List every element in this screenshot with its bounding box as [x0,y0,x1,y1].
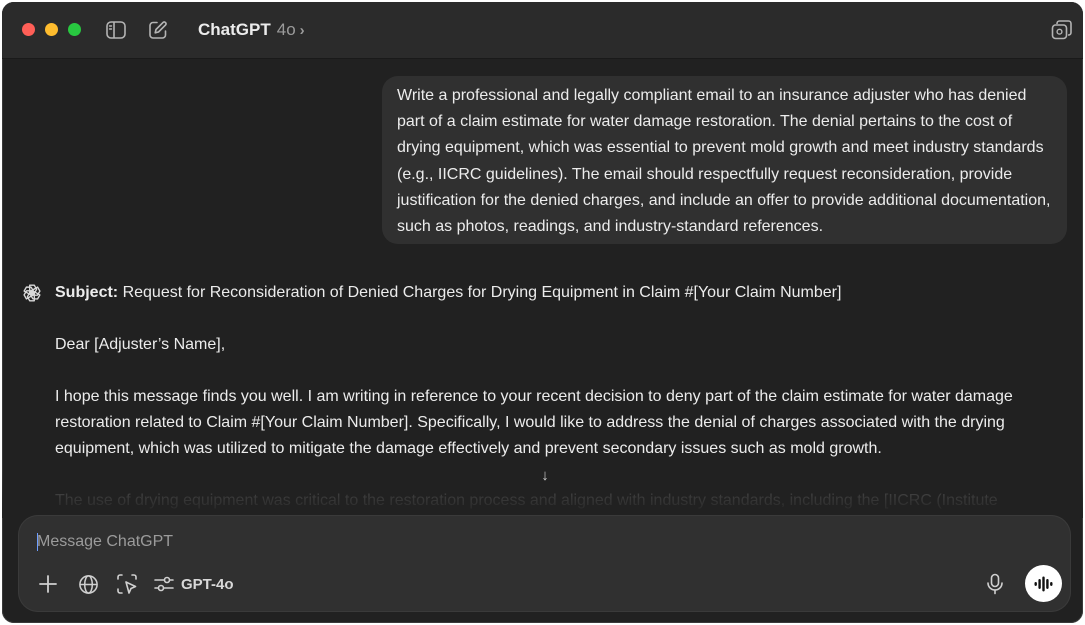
email-paragraph-1: I hope this message finds you well. I am… [55,388,1013,457]
user-message-text: Write a professional and legally complia… [397,87,1051,236]
close-window-button[interactable] [22,23,35,36]
globe-icon[interactable] [76,572,100,596]
zoom-window-button[interactable] [68,23,81,36]
model-name: 4o [276,20,296,39]
window-title[interactable]: ChatGPT 4o › [198,19,305,41]
model-selector[interactable]: GPT-4o [154,572,234,596]
user-message-bubble: Write a professional and legally complia… [382,76,1067,244]
email-paragraph-2: The use of drying equipment was critical… [55,492,998,509]
subject-text: Request for Reconsideration of Denied Ch… [118,284,842,301]
temporary-chat-icon[interactable] [1051,19,1073,41]
plus-icon[interactable] [36,572,60,596]
message-input[interactable] [37,530,937,554]
scroll-down-arrow-icon[interactable]: ↓ [535,465,555,485]
title-bar: ChatGPT 4o › [2,2,1083,59]
email-subject-line: Subject: Request for Reconsideration of … [55,280,1055,306]
screen-select-icon[interactable] [115,572,139,596]
voice-waveform-icon [1034,576,1054,592]
microphone-icon[interactable] [983,572,1007,596]
openai-logo-icon [21,282,43,304]
app-window: ChatGPT 4o › Write a professional and le… [2,2,1083,623]
email-greeting: Dear [Adjuster’s Name], [55,336,226,353]
app-title: ChatGPT [198,20,271,39]
subject-label: Subject: [55,284,119,301]
assistant-message: Subject: Request for Reconsideration of … [55,280,1055,514]
chevron-right-icon: › [299,21,305,39]
voice-mode-button[interactable] [1025,565,1062,602]
minimize-window-button[interactable] [45,23,58,36]
message-composer: GPT-4o [18,515,1071,612]
sidebar-toggle-icon[interactable] [105,19,127,41]
model-selector-label: GPT-4o [181,575,234,593]
sliders-icon [154,575,174,593]
new-chat-icon[interactable] [147,19,169,41]
text-caret [37,533,38,551]
